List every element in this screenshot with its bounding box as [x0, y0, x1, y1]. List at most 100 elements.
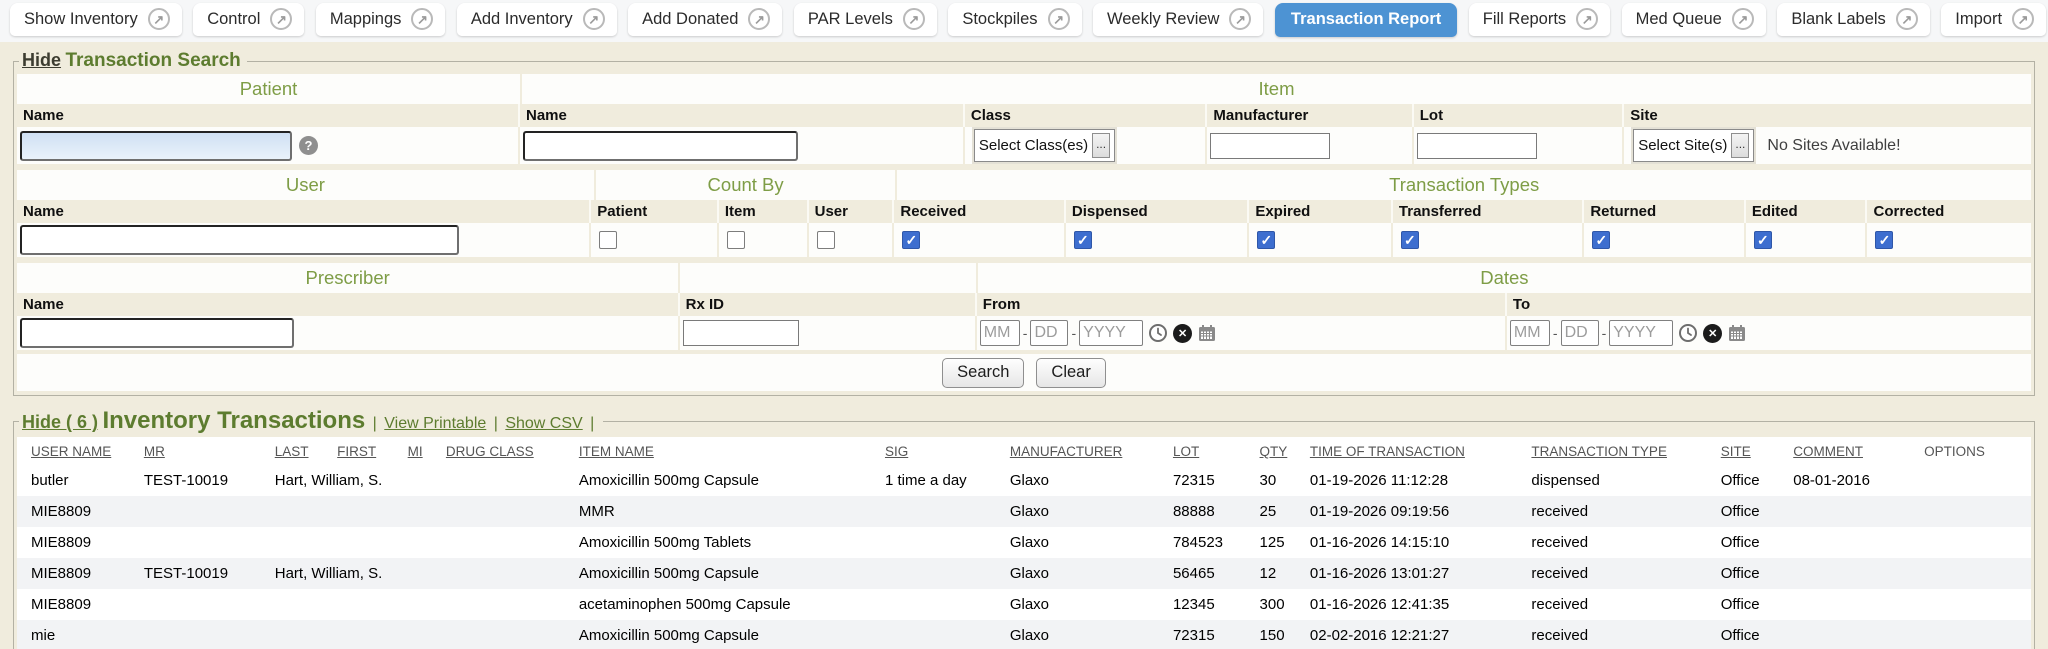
manufacturer-input[interactable] [1210, 133, 1330, 159]
popout-icon[interactable]: ↗ [411, 8, 433, 30]
cell-site: Office [1717, 527, 1790, 558]
col-lot[interactable]: LOT [1169, 437, 1256, 465]
from-year-input[interactable] [1079, 320, 1143, 346]
tab-stockpiles[interactable]: Stockpiles↗ [948, 3, 1081, 36]
search-inputs-2: ✓ ✓ ✓ ✓ ✓ ✓ ✓ [17, 223, 2031, 257]
cell-user-name: MIE8809 [17, 589, 140, 620]
col-first[interactable]: FIRST [333, 437, 403, 465]
to-day-input[interactable] [1561, 320, 1599, 346]
to-year-input[interactable] [1609, 320, 1673, 346]
to-month-input[interactable] [1510, 320, 1550, 346]
tab-add-inventory[interactable]: Add Inventory ↗ [457, 3, 617, 36]
cell-comment: 08-01-2016 [1789, 465, 1920, 496]
popout-icon[interactable]: ↗ [270, 8, 292, 30]
col-user-name[interactable]: USER NAME [17, 437, 140, 465]
tab-label: Weekly Review [1107, 10, 1219, 29]
search-button[interactable]: Search [942, 358, 1024, 388]
col-time-of-transaction[interactable]: TIME OF TRANSACTION [1306, 437, 1528, 465]
type-edited-checkbox[interactable]: ✓ [1754, 231, 1772, 249]
popout-icon[interactable]: ↗ [1896, 8, 1918, 30]
col-mi[interactable]: MI [404, 437, 442, 465]
cell-mr [140, 496, 271, 527]
col-qty[interactable]: QTY [1256, 437, 1306, 465]
tab-import[interactable]: Import↗ [1941, 3, 2046, 36]
type-received-checkbox[interactable]: ✓ [902, 231, 920, 249]
tab-control[interactable]: Control↗ [193, 3, 304, 36]
type-dispensed-checkbox[interactable]: ✓ [1074, 231, 1092, 249]
clear-button[interactable]: Clear [1036, 358, 1105, 388]
search-labels-3: Name Rx ID From To [17, 293, 2031, 316]
from-calendar-icon[interactable] [1197, 323, 1217, 343]
tab-weekly-review[interactable]: Weekly Review ↗ [1093, 3, 1263, 36]
hide-search-link[interactable]: Hide [22, 50, 61, 70]
select-classes-control[interactable]: Select Class(es) ... [974, 129, 1115, 162]
hide-transactions-link[interactable]: Hide ( 6 ) [22, 412, 98, 432]
manufacturer-label: Manufacturer [1207, 104, 1411, 127]
cell-item-name: MMR [575, 496, 881, 527]
type-returned-checkbox[interactable]: ✓ [1592, 231, 1610, 249]
cell-user-name: MIE8809 [17, 527, 140, 558]
transaction-search-panel: Hide Transaction Search Patient Item Nam… [13, 50, 2035, 396]
countby-patient-checkbox[interactable] [599, 231, 617, 249]
cell-lot: 72315 [1169, 465, 1256, 496]
col-manufacturer[interactable]: MANUFACTURER [1006, 437, 1169, 465]
col-sig[interactable]: SIG [881, 437, 1006, 465]
tab-mappings[interactable]: Mappings↗ [316, 3, 446, 36]
popout-icon[interactable]: ↗ [1576, 8, 1598, 30]
prescriber-name-input[interactable] [20, 318, 294, 348]
from-now-clock-icon[interactable] [1148, 323, 1168, 343]
col-comment[interactable]: COMMENT [1789, 437, 1920, 465]
select-classes-button[interactable]: ... [1092, 133, 1110, 158]
col-site[interactable]: SITE [1717, 437, 1790, 465]
type-transferred-checkbox[interactable]: ✓ [1401, 231, 1419, 249]
from-day-input[interactable] [1030, 320, 1068, 346]
from-clear-icon[interactable]: ✕ [1173, 324, 1192, 343]
tab-par-levels[interactable]: PAR Levels↗ [794, 3, 937, 36]
view-printable-link[interactable]: View Printable [384, 415, 486, 432]
type-corrected-checkbox[interactable]: ✓ [1875, 231, 1893, 249]
popout-icon[interactable]: ↗ [148, 8, 170, 30]
popout-icon[interactable]: ↗ [1732, 8, 1754, 30]
to-calendar-icon[interactable] [1727, 323, 1747, 343]
tab-label: Show Inventory [24, 10, 138, 29]
date-to-label: To [1507, 293, 2031, 316]
tab-blank-labels[interactable]: Blank Labels↗ [1777, 3, 1929, 36]
popout-icon[interactable]: ↗ [903, 8, 925, 30]
rxid-input[interactable] [683, 320, 799, 346]
user-name-input[interactable] [20, 225, 459, 255]
popout-icon[interactable]: ↗ [748, 8, 770, 30]
show-csv-link[interactable]: Show CSV [505, 415, 582, 432]
select-sites-control[interactable]: Select Site(s) ... [1633, 129, 1754, 162]
tab-label: Add Inventory [471, 10, 573, 29]
tab-fill-reports[interactable]: Fill Reports ↗ [1469, 3, 1610, 36]
type-expired-checkbox[interactable]: ✓ [1257, 231, 1275, 249]
col-item-name[interactable]: ITEM NAME [575, 437, 881, 465]
page-content: Hide Transaction Search Patient Item Nam… [0, 42, 2048, 649]
to-clear-icon[interactable]: ✕ [1703, 324, 1722, 343]
patient-name-input[interactable] [20, 131, 292, 161]
tab-transaction-report[interactable]: Transaction Report [1275, 3, 1457, 37]
popout-icon[interactable]: ↗ [1229, 8, 1251, 30]
item-name-input[interactable] [523, 131, 798, 161]
no-sites-message: No Sites Available! [1767, 137, 1900, 155]
from-month-input[interactable] [980, 320, 1020, 346]
popout-icon[interactable]: ↗ [2012, 8, 2034, 30]
select-sites-button[interactable]: ... [1731, 133, 1749, 158]
tab-label: Fill Reports [1483, 10, 1566, 29]
popout-icon[interactable]: ↗ [583, 8, 605, 30]
popout-icon[interactable]: ↗ [1048, 8, 1070, 30]
col-last[interactable]: LAST [271, 437, 333, 465]
cell-options [1920, 465, 2031, 496]
tab-show-inventory[interactable]: Show Inventory ↗ [10, 3, 182, 36]
col-drug-class[interactable]: DRUG CLASS [442, 437, 575, 465]
countby-user-checkbox[interactable] [817, 231, 835, 249]
tab-add-donated[interactable]: Add Donated↗ [628, 3, 782, 36]
tab-med-queue[interactable]: Med Queue↗ [1622, 3, 1766, 36]
type-transferred-label: Transferred [1393, 200, 1582, 223]
countby-item-checkbox[interactable] [727, 231, 745, 249]
col-mr[interactable]: MR [140, 437, 271, 465]
help-icon[interactable]: ? [299, 136, 318, 155]
to-now-clock-icon[interactable] [1678, 323, 1698, 343]
lot-input[interactable] [1417, 133, 1537, 159]
col-transaction-type[interactable]: TRANSACTION TYPE [1527, 437, 1716, 465]
